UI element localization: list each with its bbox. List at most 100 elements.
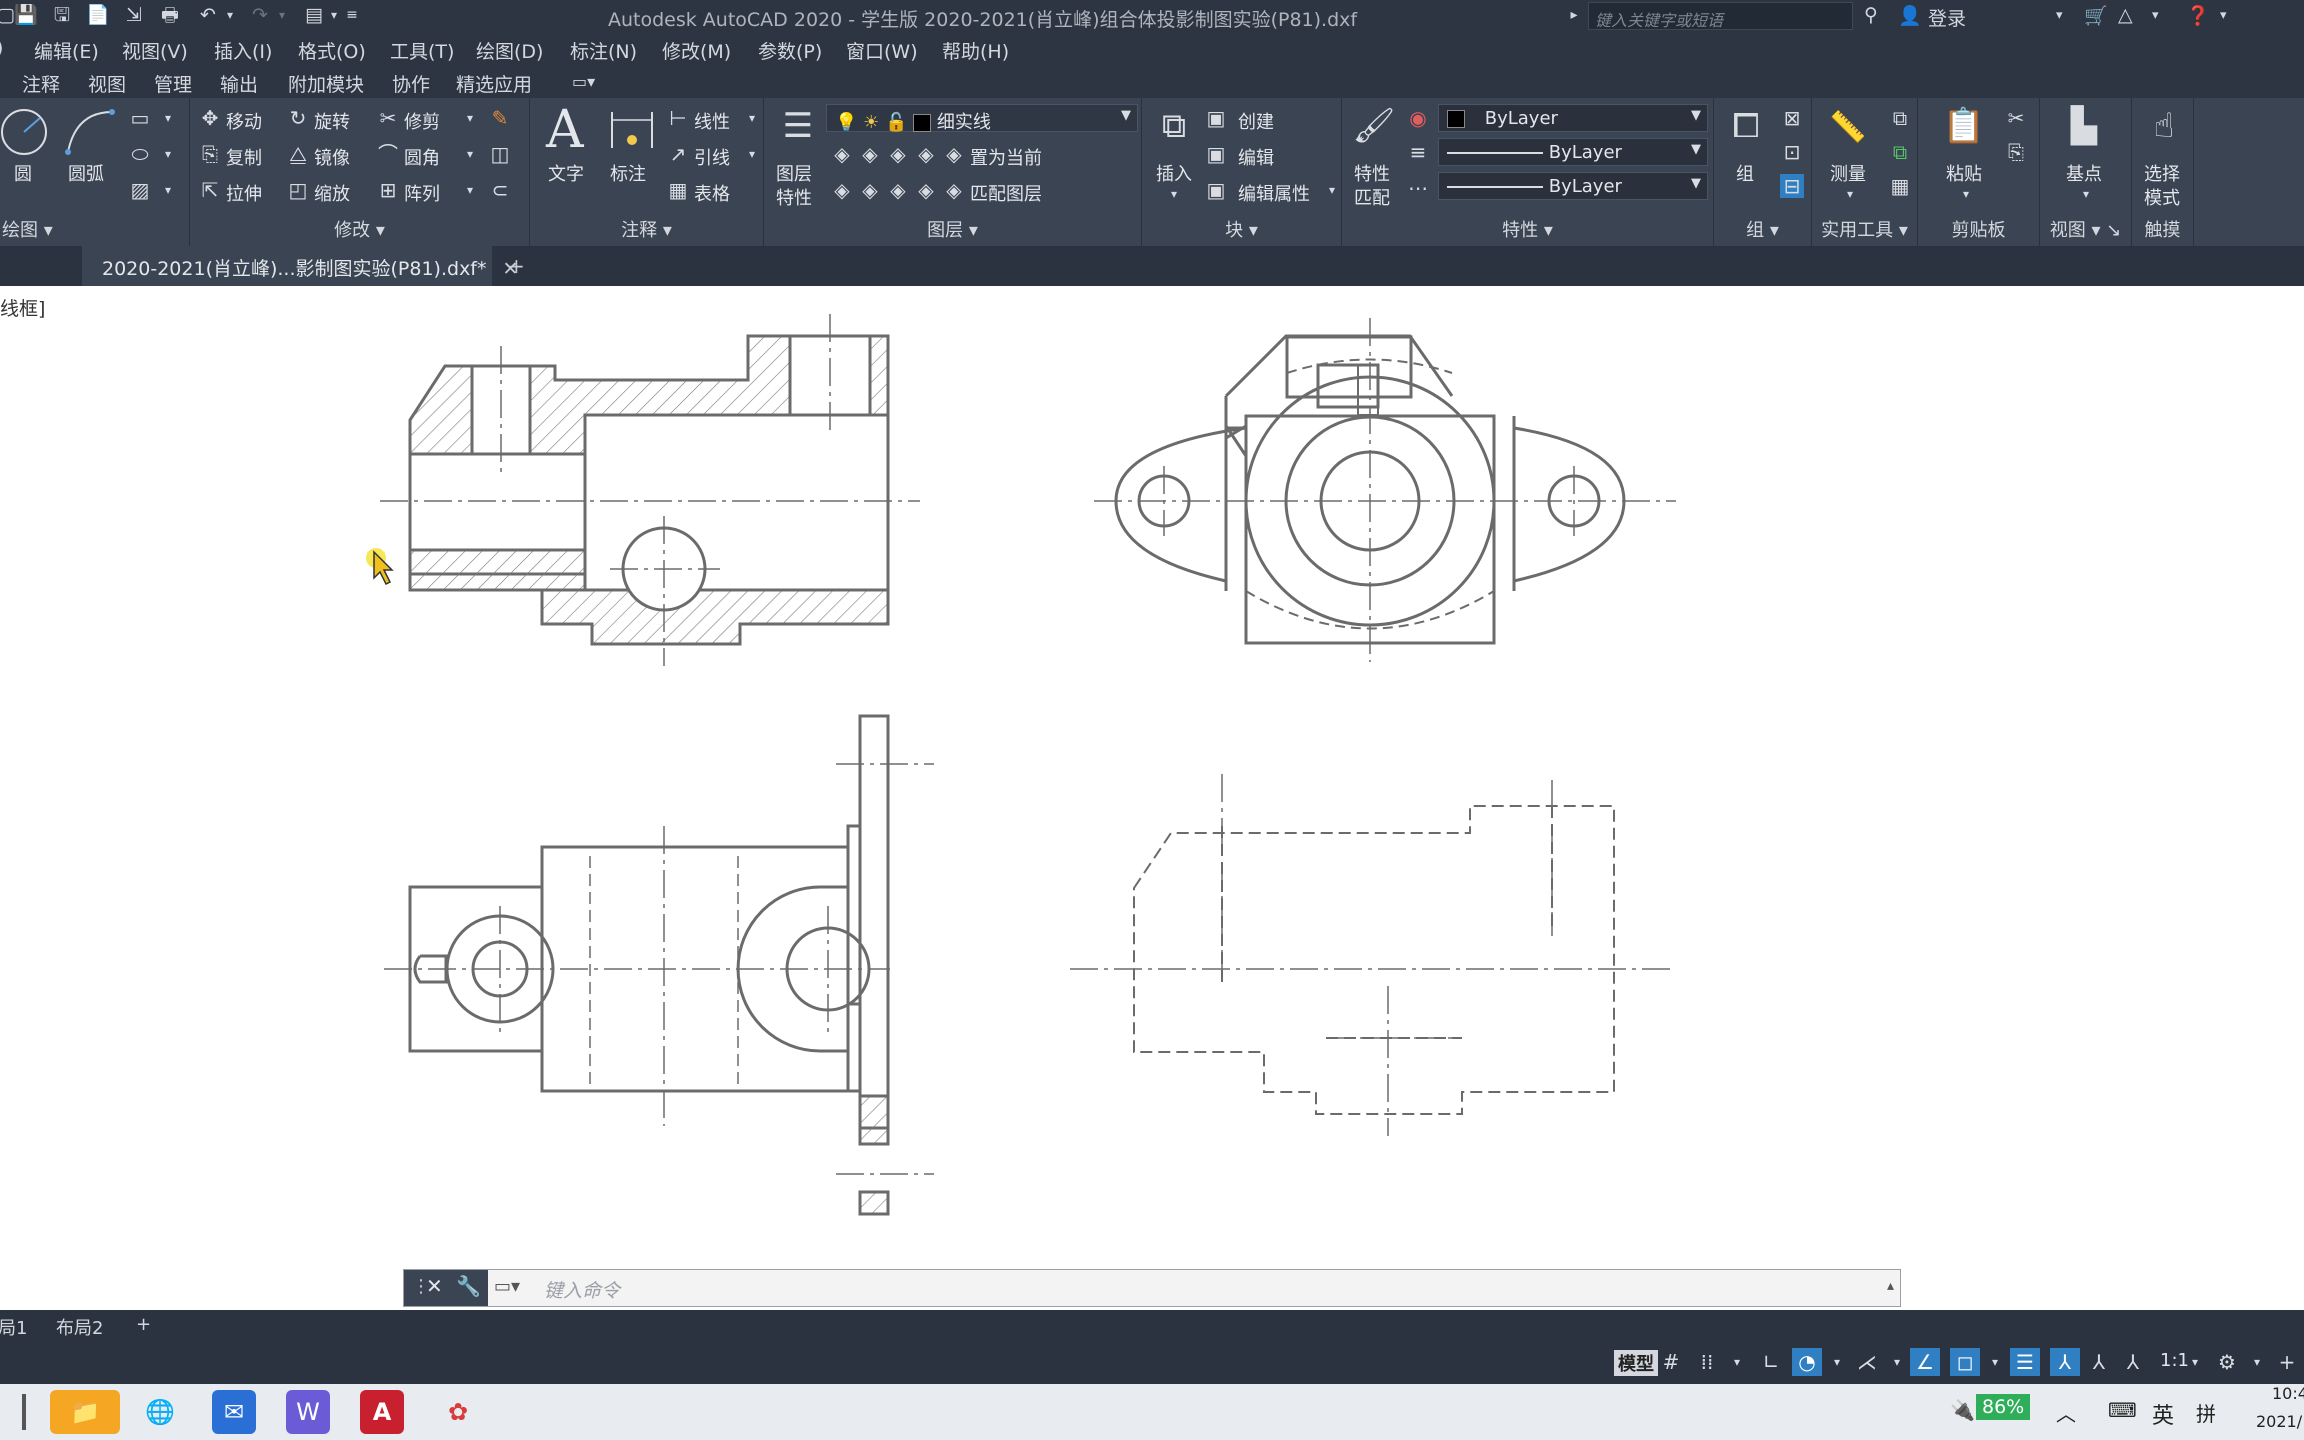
menu-draw[interactable]: 绘图(D) bbox=[476, 37, 543, 64]
tab-collaborate[interactable]: 协作 bbox=[392, 70, 430, 97]
erase-icon[interactable]: ✎ bbox=[488, 106, 512, 130]
polar-icon[interactable]: ◔ bbox=[1792, 1348, 1822, 1376]
cart-icon[interactable]: 🛒 bbox=[2084, 4, 2108, 27]
circle-label[interactable]: 圆 bbox=[14, 160, 32, 186]
edit-block-label[interactable]: 编辑 bbox=[1238, 144, 1274, 170]
color-wheel-icon[interactable]: ◉ bbox=[1406, 106, 1430, 130]
cut-icon[interactable]: ✂ bbox=[2004, 106, 2028, 130]
linear-dropdown-icon[interactable]: ▾ bbox=[740, 106, 764, 130]
workspace-gear-icon[interactable]: ⚙ bbox=[2212, 1348, 2242, 1376]
ungroup-icon[interactable]: ⊠ bbox=[1780, 106, 1804, 130]
menu-edit[interactable]: 编辑(E) bbox=[34, 37, 99, 64]
match-properties-label-2[interactable]: 匹配 bbox=[1354, 184, 1390, 210]
ime-language[interactable]: 英 bbox=[2152, 1398, 2174, 1430]
paste-dropdown-icon[interactable]: ▾ bbox=[1954, 182, 1978, 206]
circle-tool-icon[interactable] bbox=[0, 106, 54, 156]
arc-label[interactable]: 圆弧 bbox=[68, 160, 104, 186]
panel-utilities-title[interactable]: 实用工具 ▾ bbox=[1812, 216, 1917, 242]
group-icon[interactable]: ⧠ bbox=[1724, 104, 1768, 148]
close-command-icon[interactable]: ✕ bbox=[426, 1274, 443, 1298]
paste-icon[interactable]: 📋 bbox=[1942, 104, 1986, 148]
move-icon[interactable]: ✥ bbox=[198, 106, 222, 130]
panel-annotation-title[interactable]: 注释 ▾ bbox=[530, 216, 763, 242]
array-label[interactable]: 阵列 bbox=[404, 180, 440, 206]
clock-date[interactable]: 2021/ bbox=[2256, 1412, 2302, 1431]
tab-manage[interactable]: 管理 bbox=[154, 70, 192, 97]
workspace-dropdown-status-icon[interactable]: ▾ bbox=[2242, 1348, 2272, 1376]
open-icon[interactable]: 📄 bbox=[86, 4, 110, 26]
explode-icon[interactable]: ◫ bbox=[488, 142, 512, 166]
fillet-label[interactable]: 圆角 bbox=[404, 144, 440, 170]
lineweight-dropdown[interactable]: ByLayer ▼ bbox=[1438, 172, 1708, 200]
layer-tool-7-icon[interactable]: ◈ bbox=[886, 178, 910, 202]
grid-icon[interactable]: # bbox=[1656, 1348, 1686, 1376]
move-label[interactable]: 移动 bbox=[226, 108, 262, 134]
help-icon[interactable]: ❓ bbox=[2186, 4, 2210, 27]
trim-dropdown-icon[interactable]: ▾ bbox=[458, 106, 482, 130]
touch-select-icon[interactable]: ☝ bbox=[2142, 104, 2186, 148]
linear-dim-icon[interactable]: ⊢ bbox=[666, 106, 690, 130]
ime-mode[interactable]: 拼 bbox=[2196, 1398, 2216, 1427]
new-tab-icon[interactable]: + bbox=[508, 254, 525, 278]
ellipse-dropdown-icon[interactable]: ▾ bbox=[156, 142, 180, 166]
tab-featured-apps[interactable]: 精选应用 bbox=[456, 70, 532, 97]
login-dropdown-icon[interactable]: ▾ bbox=[2056, 8, 2063, 23]
match-properties-icon[interactable]: 🖌 bbox=[1352, 104, 1396, 148]
file-explorer-icon[interactable]: 📁 bbox=[50, 1390, 120, 1434]
array-icon[interactable]: ⊞ bbox=[376, 178, 400, 202]
rectangle-icon[interactable]: ▭ bbox=[128, 106, 152, 130]
tab-output[interactable]: 输出 bbox=[220, 70, 258, 97]
tab-view[interactable]: 视图 bbox=[88, 70, 126, 97]
scale-label[interactable]: 缩放 bbox=[314, 180, 350, 206]
edit-attributes-label[interactable]: 编辑属性 bbox=[1238, 180, 1310, 206]
menu-partial[interactable]: ) bbox=[0, 37, 3, 59]
panel-groups-title[interactable]: 组 ▾ bbox=[1714, 216, 1811, 242]
otrack-icon[interactable]: ∠ bbox=[1910, 1348, 1940, 1376]
tab-addins[interactable]: 附加模块 bbox=[288, 70, 364, 97]
panel-modify-title[interactable]: 修改 ▾ bbox=[190, 216, 529, 242]
isodraft-dropdown-icon[interactable]: ▾ bbox=[1882, 1348, 1912, 1376]
search-input[interactable]: 键入关键字或短语 bbox=[1588, 2, 1853, 30]
copy-icon[interactable]: ⎘ bbox=[198, 142, 222, 166]
autoscale-icon[interactable]: ⅄ bbox=[2084, 1348, 2114, 1376]
keyboard-icon[interactable]: ⌨ bbox=[2108, 1398, 2137, 1422]
layer-tool-2-icon[interactable]: ◈ bbox=[858, 142, 882, 166]
panel-touch-title[interactable]: 触摸 bbox=[2132, 216, 2193, 242]
app-icon-6[interactable]: ✿ bbox=[436, 1390, 480, 1434]
array-dropdown-icon[interactable]: ▾ bbox=[458, 178, 482, 202]
binoculars-icon[interactable]: ⚲ bbox=[1864, 4, 1878, 26]
print-icon[interactable]: 🖶 bbox=[158, 4, 182, 26]
panel-block-title[interactable]: 块 ▾ bbox=[1142, 216, 1341, 242]
copy-label[interactable]: 复制 bbox=[226, 144, 262, 170]
redo-icon[interactable]: ↷ bbox=[248, 4, 272, 26]
fillet-dropdown-icon[interactable]: ▾ bbox=[458, 142, 482, 166]
snap-dropdown-icon[interactable]: ▾ bbox=[1722, 1348, 1752, 1376]
save-as-icon[interactable]: 🖫 bbox=[50, 4, 74, 26]
measure-icon[interactable]: 📏 bbox=[1826, 106, 1870, 150]
mirror-icon[interactable]: ⧋ bbox=[286, 142, 310, 166]
panel-properties-title[interactable]: 特性 ▾ bbox=[1342, 216, 1713, 242]
offset-icon[interactable]: ⊂ bbox=[488, 178, 512, 202]
layer-properties-icon[interactable]: ☰ bbox=[776, 104, 820, 148]
undo-icon[interactable]: ↶ bbox=[196, 4, 220, 26]
mirror-label[interactable]: 镜像 bbox=[314, 144, 350, 170]
insert-block-icon[interactable]: ⧉ bbox=[1152, 104, 1196, 148]
stretch-icon[interactable]: ⇱ bbox=[198, 178, 222, 202]
annotation-visibility-icon[interactable]: ⅄ bbox=[2050, 1348, 2080, 1376]
mail-app-icon[interactable]: ✉ bbox=[212, 1390, 256, 1434]
rotate-icon[interactable]: ↻ bbox=[286, 106, 310, 130]
tab-layout1[interactable]: 局1 bbox=[0, 1314, 27, 1340]
isodraft-icon[interactable]: ⋌ bbox=[1852, 1348, 1882, 1376]
arc-tool-icon[interactable] bbox=[62, 106, 116, 156]
add-layout-icon[interactable]: + bbox=[136, 1314, 151, 1335]
match-layer-label[interactable]: 匹配图层 bbox=[970, 180, 1042, 206]
copy-clip-icon[interactable]: ⎘ bbox=[2004, 140, 2028, 164]
fillet-icon[interactable]: ⌒ bbox=[376, 142, 400, 166]
customize-status-icon[interactable]: + bbox=[2272, 1348, 2302, 1376]
panel-layers-title[interactable]: 图层 ▾ bbox=[764, 216, 1141, 242]
menu-view[interactable]: 视图(V) bbox=[122, 37, 188, 64]
command-input[interactable]: 键入命令 bbox=[544, 1276, 620, 1303]
osnap-dropdown-icon[interactable]: ▾ bbox=[1980, 1348, 2010, 1376]
tray-expand-icon[interactable]: ︿ bbox=[2056, 1398, 2076, 1427]
edit-attributes-dropdown-icon[interactable]: ▾ bbox=[1320, 178, 1344, 202]
